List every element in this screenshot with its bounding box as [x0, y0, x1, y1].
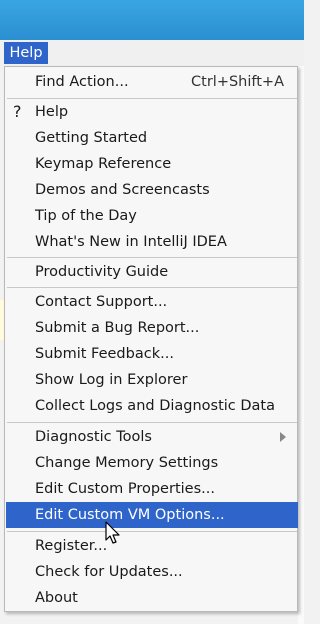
menu-item-contact-support[interactable]: Contact Support...: [6, 289, 298, 315]
menu-item-productivity-guide[interactable]: Productivity Guide: [6, 259, 298, 285]
register-label: Register...: [35, 538, 108, 554]
menu-item-submit-bug[interactable]: Submit a Bug Report...: [6, 315, 298, 341]
menu-item-collect-logs[interactable]: Collect Logs and Diagnostic Data: [6, 393, 298, 419]
help-menu-title[interactable]: Help: [4, 42, 48, 64]
menu-item-getting-started[interactable]: Getting Started: [6, 125, 298, 151]
menu-item-register[interactable]: Register...: [6, 533, 298, 559]
collect-logs-label: Collect Logs and Diagnostic Data: [35, 398, 276, 414]
submit-feedback-label: Submit Feedback...: [35, 346, 174, 362]
keymap-reference-label: Keymap Reference: [35, 156, 172, 172]
menu-item-diagnostic-tools[interactable]: Diagnostic Tools: [6, 424, 298, 450]
menu-item-edit-properties[interactable]: Edit Custom Properties...: [6, 476, 298, 502]
check-updates-label: Check for Updates...: [35, 564, 183, 580]
getting-started-label: Getting Started: [35, 130, 148, 146]
diagnostic-tools-label: Diagnostic Tools: [35, 429, 152, 445]
change-memory-label: Change Memory Settings: [35, 455, 219, 471]
menu-separator: [7, 287, 297, 288]
menu-item-whats-new[interactable]: What's New in IntelliJ IDEA: [6, 229, 298, 255]
question-mark-icon: ?: [13, 102, 22, 121]
menu-separator: [7, 531, 297, 532]
find-action-label: Find Action...: [35, 74, 129, 90]
menu-item-find-action[interactable]: Find Action... Ctrl+Shift+A: [6, 69, 298, 95]
menu-item-help[interactable]: ? Help: [6, 99, 298, 125]
tip-of-day-label: Tip of the Day: [35, 208, 137, 224]
mouse-pointer-icon: [105, 521, 120, 544]
menu-item-submit-feedback[interactable]: Submit Feedback...: [6, 341, 298, 367]
menu-item-edit-vm-options[interactable]: Edit Custom VM Options...: [6, 502, 298, 528]
demos-label: Demos and Screencasts: [35, 182, 210, 198]
help-dropdown-menu: Find Action... Ctrl+Shift+A ? Help Getti…: [4, 66, 298, 612]
menu-item-about[interactable]: About: [6, 585, 298, 611]
window-titlebar: [0, 0, 304, 40]
productivity-guide-label: Productivity Guide: [35, 264, 169, 280]
menu-item-keymap-reference[interactable]: Keymap Reference: [6, 151, 298, 177]
menu-item-demos[interactable]: Demos and Screencasts: [6, 177, 298, 203]
menu-separator: [7, 257, 297, 258]
submenu-arrow-icon: [280, 432, 286, 442]
edit-vm-options-label: Edit Custom VM Options...: [35, 507, 225, 523]
menu-bar: Help: [0, 40, 304, 66]
menu-item-tip-of-day[interactable]: Tip of the Day: [6, 203, 298, 229]
about-label: About: [35, 590, 78, 606]
menu-item-show-log[interactable]: Show Log in Explorer: [6, 367, 298, 393]
menu-item-change-memory[interactable]: Change Memory Settings: [6, 450, 298, 476]
edit-properties-label: Edit Custom Properties...: [35, 481, 215, 497]
menu-separator: [7, 422, 297, 423]
menu-item-check-updates[interactable]: Check for Updates...: [6, 559, 298, 585]
show-log-label: Show Log in Explorer: [35, 372, 188, 388]
help-label: Help: [35, 104, 69, 120]
editor-background-right: [298, 66, 304, 624]
submit-bug-label: Submit a Bug Report...: [35, 320, 200, 336]
find-action-shortcut: Ctrl+Shift+A: [191, 74, 284, 90]
contact-support-label: Contact Support...: [35, 294, 168, 310]
whats-new-label: What's New in IntelliJ IDEA: [35, 234, 227, 250]
